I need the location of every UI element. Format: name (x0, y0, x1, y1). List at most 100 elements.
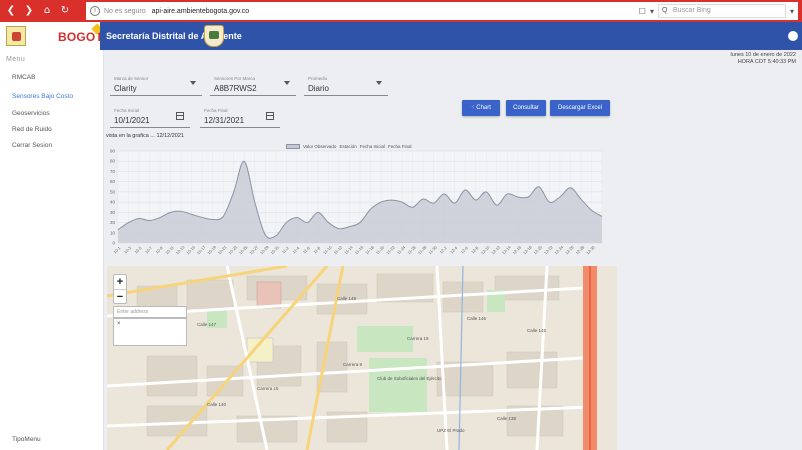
average-select-value: Diario (308, 84, 329, 93)
x-tick-label: 12-16 (511, 244, 522, 255)
x-tick-label: 10-25 (238, 244, 249, 255)
brand-select-value: Clarity (114, 84, 137, 93)
end-date-field[interactable]: Fecha Final 12/31/2021 (200, 106, 280, 128)
x-tick-label: 11-20 (375, 244, 386, 255)
x-tick-label: 12-24 (553, 244, 564, 255)
dropdown-icon[interactable]: ▾ (650, 7, 654, 16)
back-icon[interactable]: ❮ (4, 4, 18, 18)
map-label: Carrera 19 (407, 336, 429, 341)
x-tick-label: 11-6 (302, 245, 312, 255)
start-date-value: 10/1/2021 (114, 116, 150, 125)
x-tick-label: 11-8 (312, 245, 322, 255)
x-tick-label: 10-27 (248, 244, 259, 255)
browser-search-input[interactable]: Buscar Bing (657, 4, 786, 18)
dropdown-icon[interactable]: ▾ (790, 7, 794, 16)
x-tick-label: 12-20 (532, 244, 543, 255)
map-label: Club de Suboficiales del Ejército (377, 376, 442, 381)
main-content: lunes 10 de enero de 2022 HORA COT 5:40:… (104, 50, 802, 450)
x-tick-label: 12-12 (490, 244, 501, 255)
x-tick-label: 11-30 (427, 244, 438, 255)
x-tick-label: 10-7 (144, 245, 154, 255)
brand-select-label: Marca de Sensor (114, 76, 149, 81)
x-tick-label: 10-5 (133, 245, 143, 255)
url-text[interactable]: api-aire.ambientebogota.gov.co (152, 8, 250, 15)
map-label: Carrera 15 (257, 386, 279, 391)
chevron-down-icon (284, 81, 290, 85)
sidebar-item-cerrar-sesion[interactable]: Cerrar Sesion (12, 142, 52, 149)
date-text: lunes 10 de enero de 2022 (730, 52, 796, 58)
x-tick-label: 10-3 (123, 245, 133, 255)
x-tick-label: 12-14 (501, 244, 512, 255)
x-tick-label: 10-9 (154, 245, 164, 255)
browser-toolbar: ❮ ❯ ⌂ ↻ i No es seguro api-aire.ambiente… (0, 0, 802, 22)
x-tick-label: 11-14 (343, 244, 354, 255)
brand-select[interactable]: Marca de Sensor Clarity (110, 74, 202, 96)
chevron-down-icon (190, 81, 196, 85)
end-date-value: 12/31/2021 (204, 116, 245, 125)
x-tick-label: 11-16 (354, 244, 365, 255)
x-tick-label: 11-18 (364, 244, 375, 255)
x-tick-label: 11-26 (406, 244, 417, 255)
y-tick-label: 70 (110, 169, 116, 174)
calendar-icon[interactable] (176, 112, 184, 120)
map-label: Calle 140 (207, 402, 227, 407)
sidebar-item-rmcab[interactable]: RMCAB (12, 74, 35, 81)
close-icon[interactable]: × (117, 321, 121, 327)
y-tick-label: 60 (110, 179, 116, 184)
map-label: Calle 146 (467, 316, 487, 321)
x-tick-label: 11-12 (333, 244, 344, 255)
sensor-select-label: Sensores Por Marca (214, 76, 256, 81)
map-label: Calle 145 (527, 328, 547, 333)
y-tick-label: 40 (110, 200, 116, 205)
bookmark-icon[interactable]: ☐ (639, 7, 646, 16)
sensor-select[interactable]: Sensores Por Marca A8B7RWS2 (210, 74, 296, 96)
y-tick-label: 0 (112, 241, 115, 246)
x-tick-label: 12-22 (543, 244, 554, 255)
coat-of-arms-icon (204, 25, 224, 47)
y-tick-label: 10 (110, 230, 116, 235)
sidebar-item-red-de-ruido[interactable]: Red de Ruido (12, 126, 52, 133)
sidebar-item-geoservicios[interactable]: Geoservicios (12, 110, 50, 117)
x-tick-label: 11-10 (322, 244, 333, 255)
menu-title: Menu (6, 56, 26, 63)
x-tick-label: 11-24 (396, 244, 407, 255)
x-tick-label: 12-18 (522, 244, 533, 255)
zoom-control: + − (113, 274, 127, 304)
sidebar-item-sensores-bajo-costo[interactable]: Sensores Bajo Costo (12, 93, 73, 100)
chevron-down-icon (376, 81, 382, 85)
download-excel-button[interactable]: Descargar Excel (550, 100, 610, 116)
x-tick-label: 10-31 (269, 244, 280, 255)
insecure-label: No es seguro (104, 7, 146, 15)
sidebar: Menu RMCAB Sensores Bajo Costo Geoservic… (0, 50, 104, 450)
x-tick-label: 10-21 (217, 244, 228, 255)
calendar-icon[interactable] (266, 112, 274, 120)
x-tick-label: 10-17 (196, 244, 207, 255)
x-tick-label: 10-13 (175, 244, 186, 255)
zoom-in-button[interactable]: + (114, 275, 126, 289)
address-bar[interactable]: i No es seguro api-aire.ambientebogota.g… (86, 2, 798, 20)
chart-button[interactable]: ⁖ Chart (462, 100, 500, 116)
consult-button[interactable]: Consultar (506, 100, 546, 116)
info-icon[interactable]: i (90, 6, 100, 16)
toggle-icon[interactable] (788, 31, 798, 41)
map-geocoder-panel: × (113, 318, 187, 346)
end-date-label: Fecha Final (204, 108, 228, 113)
x-tick-label: 10-23 (227, 244, 238, 255)
map-tiles (107, 266, 617, 450)
map-address-input[interactable]: Enter address (113, 306, 187, 318)
y-tick-label: 50 (110, 189, 116, 194)
forward-icon[interactable]: ❯ (22, 4, 36, 18)
home-icon[interactable]: ⌂ (40, 4, 54, 18)
x-tick-label: 10-19 (206, 244, 217, 255)
zoom-out-button[interactable]: − (114, 290, 126, 304)
reload-icon[interactable]: ↻ (58, 4, 72, 18)
y-tick-label: 80 (110, 159, 116, 164)
average-select[interactable]: Promedio Diario (304, 74, 388, 96)
observed-value-chart: 010203040506070809010-1 10-3 10-5 10-7 10-9 1… (110, 149, 603, 255)
map-label: Carrera 9 (343, 362, 363, 367)
map[interactable]: + − Enter address × Calle 148 Calle 147 … (107, 266, 617, 450)
y-tick-label: 30 (110, 210, 116, 215)
start-date-field[interactable]: Fecha Inicial 10/1/2021 (110, 106, 190, 128)
x-tick-label: 10-1 (112, 245, 122, 255)
x-tick-label: 12-26 (564, 244, 575, 255)
